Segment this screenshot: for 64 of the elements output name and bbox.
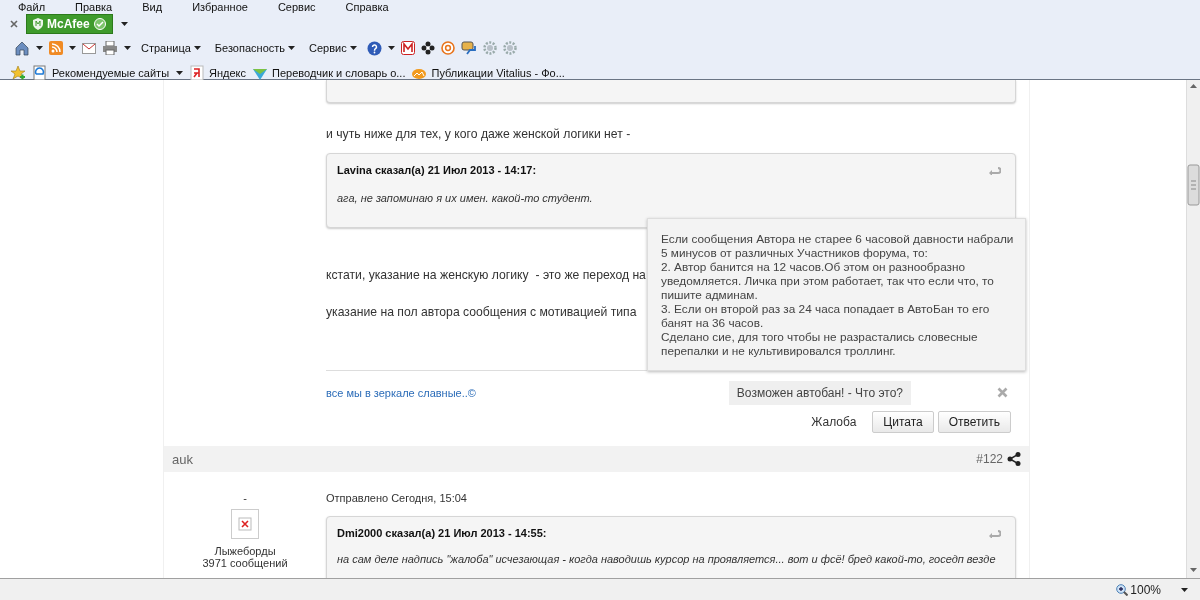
favorites-link[interactable]: Переводчик и словарь о... xyxy=(252,65,406,81)
caret-icon[interactable] xyxy=(36,46,43,50)
shield-icon xyxy=(33,18,43,30)
post-count: 3971 сообщений xyxy=(202,557,288,569)
help-icon[interactable] xyxy=(366,40,382,56)
mcafee-button[interactable]: McAfee xyxy=(26,14,113,34)
member-group: Лыжеборды xyxy=(214,545,276,557)
action-button[interactable]: Цитата xyxy=(872,411,934,433)
broken-image-icon xyxy=(231,509,259,539)
tooltip-text: 2. Автор банится на 12 часов.Об этом он разнообразно уведомляется. Личка при этом работает, так что если что, то пишите админам. xyxy=(661,260,995,302)
menu-item[interactable]: Файл xyxy=(18,0,46,13)
m-badge-icon[interactable] xyxy=(400,41,415,55)
mcafee-label: McAfee xyxy=(47,17,90,31)
menu-button[interactable]: Страница xyxy=(141,42,201,54)
mail-icon[interactable] xyxy=(82,42,96,54)
zoom-icon xyxy=(1116,583,1129,596)
caret-icon[interactable] xyxy=(124,46,131,50)
zoom-level[interactable]: 100% xyxy=(1116,582,1161,597)
caret-icon[interactable] xyxy=(288,46,296,50)
menu-button[interactable]: Безопасность xyxy=(214,42,296,54)
star-icon[interactable] xyxy=(10,65,26,81)
favorites-link[interactable]: Рекомендуемые сайты xyxy=(32,65,184,81)
tooltip-text: Если сообщения Автора не старее 6 часовой давности набрали 5 минусов от различных Участников форума, то: xyxy=(661,232,1015,260)
printer-icon[interactable] xyxy=(102,41,118,55)
menu-button[interactable]: Сервис xyxy=(309,42,357,54)
signature-link[interactable]: все мы в зеркале славные..© xyxy=(326,386,476,399)
chat-icon[interactable] xyxy=(460,41,477,55)
caret-icon[interactable] xyxy=(176,71,184,75)
favorites-link[interactable]: Яндекс xyxy=(189,65,247,81)
caret-icon[interactable] xyxy=(120,22,128,26)
caret-icon[interactable] xyxy=(387,46,395,50)
report-link[interactable]: Жалоба xyxy=(811,415,857,429)
post-text: и чуть ниже для тех, у кого даже женской логики нет - xyxy=(326,127,631,142)
caret-icon[interactable] xyxy=(193,46,201,50)
post-number-link[interactable]: #122 xyxy=(976,452,1003,466)
caret-icon[interactable] xyxy=(69,46,76,50)
caret-icon[interactable] xyxy=(1181,587,1188,592)
curved-arrow-icon xyxy=(989,165,1001,175)
quote-author: Lavina сказал(а) 21 Июл 2013 - 14:17: xyxy=(337,164,537,176)
menu-item[interactable]: Вид xyxy=(142,0,163,13)
quote-text: ага, не запоминаю я их имен. какой-то студент. xyxy=(337,192,594,204)
quote-text: на сам деле надпись "жалоба" исчезающая - когда наводишь курсор на проявляется... вот и фсё! бред какой-то, госедп везде xyxy=(337,553,997,565)
caret-icon[interactable] xyxy=(349,46,357,50)
favorites-link[interactable]: Публикации Vitalius - Фо... xyxy=(411,65,565,81)
check-icon xyxy=(93,18,106,30)
post-date: Отправлено Сегодня, 15:04 xyxy=(326,492,468,504)
close-icon[interactable] xyxy=(10,20,18,28)
share-icon[interactable] xyxy=(1007,452,1021,466)
post-text: кстати, указание на женскую логику - это же переход на xyxy=(326,268,646,283)
author-name[interactable]: auk xyxy=(172,451,193,467)
flower-icon[interactable] xyxy=(420,41,435,55)
menu-item[interactable]: Сервис xyxy=(277,0,316,13)
menu-item[interactable]: Правка xyxy=(75,0,113,13)
post-text: указание на пол автора сообщения с мотивацией типа xyxy=(326,305,637,320)
quote-author: Dmi2000 сказал(а) 21 Июл 2013 - 14:55: xyxy=(337,527,547,539)
menu-item[interactable]: Избранное xyxy=(192,0,248,13)
member-rank: - xyxy=(243,492,247,504)
curved-arrow-icon xyxy=(989,528,1001,538)
autoban-link[interactable]: Возможен автобан! - Что это? xyxy=(728,380,911,405)
home-icon[interactable] xyxy=(14,40,30,56)
menu-item[interactable]: Справка xyxy=(345,0,389,13)
tooltip-text: Сделано сие, для того чтобы не разрастались словесные перепалки и не культивировался троллинг. xyxy=(661,330,979,358)
action-button[interactable]: Ответить xyxy=(937,411,1011,433)
tooltip-text: 3. Если он второй раз за 24 часа попадает в АвтоБан то его банят на 36 часов. xyxy=(661,302,991,330)
